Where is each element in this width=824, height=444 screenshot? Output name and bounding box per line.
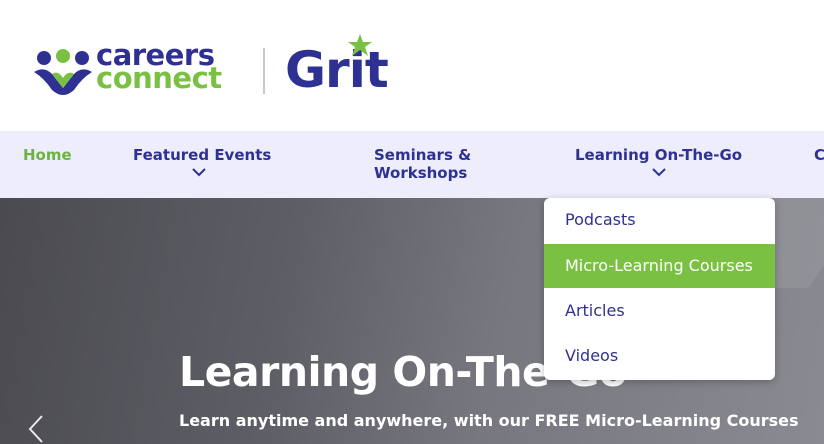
chevron-down-icon[interactable] [192, 168, 206, 177]
dropdown-item-articles[interactable]: Articles [544, 289, 775, 333]
connect-word: connect [96, 61, 222, 95]
hero-subtitle: Learn anytime and anywhere, with our FRE… [179, 411, 799, 430]
nav-item-learning-on-the-go[interactable]: Learning On-The-Go [575, 146, 742, 164]
chevron-down-icon[interactable] [652, 168, 666, 177]
nav-item-home[interactable]: Home [23, 146, 72, 164]
nav-item-seminars-workshops[interactable]: Seminars & Workshops [374, 146, 484, 182]
grit-logo[interactable]: Grit [285, 34, 400, 98]
dropdown-item-micro-learning-courses[interactable]: Micro-Learning Courses [544, 244, 775, 288]
star-icon [348, 34, 372, 56]
dropdown-item-podcasts[interactable]: Podcasts [544, 198, 775, 242]
learning-dropdown-menu: Podcasts Micro-Learning Courses Articles… [544, 198, 775, 380]
nav-item-featured-events[interactable]: Featured Events [133, 146, 271, 164]
dropdown-item-videos[interactable]: Videos [544, 334, 775, 378]
logo-divider [263, 48, 265, 94]
chevron-left-icon[interactable] [24, 414, 48, 444]
people-icon [34, 49, 92, 95]
grit-wordmark: Grit [285, 41, 389, 99]
site-header: careers connect Grit [0, 0, 824, 131]
careers-connect-logo[interactable]: careers connect [32, 41, 242, 98]
nav-item-truncated[interactable]: C [814, 146, 824, 164]
careers-connect-wordmark: careers connect [96, 41, 222, 95]
